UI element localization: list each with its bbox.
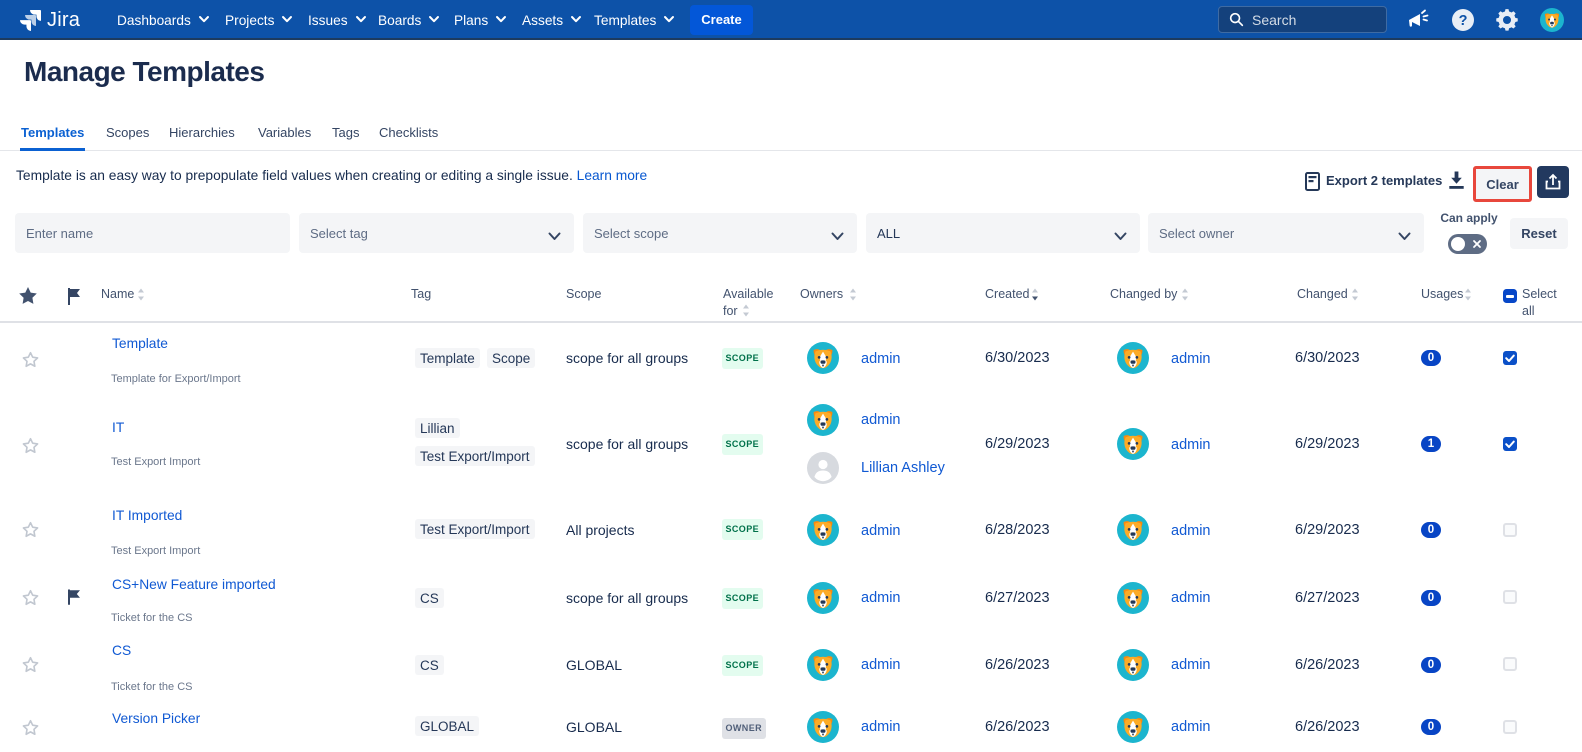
svg-text:?: ? <box>1459 13 1468 29</box>
